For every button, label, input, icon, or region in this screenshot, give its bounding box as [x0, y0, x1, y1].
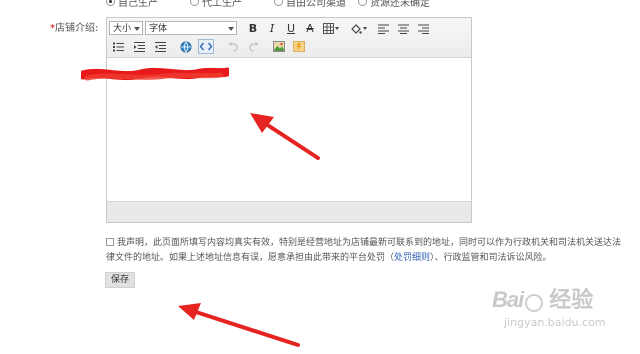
- watermark-brand-left: Bai: [492, 287, 524, 312]
- paw-icon: [525, 293, 544, 312]
- annotation-arrow-save: [178, 303, 300, 347]
- declaration-text-end: ）、行政监管和司法诉讼风险。: [430, 253, 552, 263]
- declaration-block: 我声明，此页面所填写内容均真实有效，特别是经营地址为店铺最新可联系到的地址，同时…: [106, 236, 622, 266]
- watermark-brand-right: 经验: [549, 288, 594, 313]
- baidu-jingyan-watermark: Bai 经验 jingyan.baidu.com: [492, 282, 632, 346]
- annotation-arrow-editor: [250, 113, 320, 160]
- penalty-rules-link[interactable]: 处罚细则: [394, 253, 430, 263]
- save-button[interactable]: 保存: [105, 272, 135, 288]
- watermark-url: jingyan.baidu.com: [504, 316, 606, 329]
- declaration-checkbox[interactable]: [106, 238, 114, 246]
